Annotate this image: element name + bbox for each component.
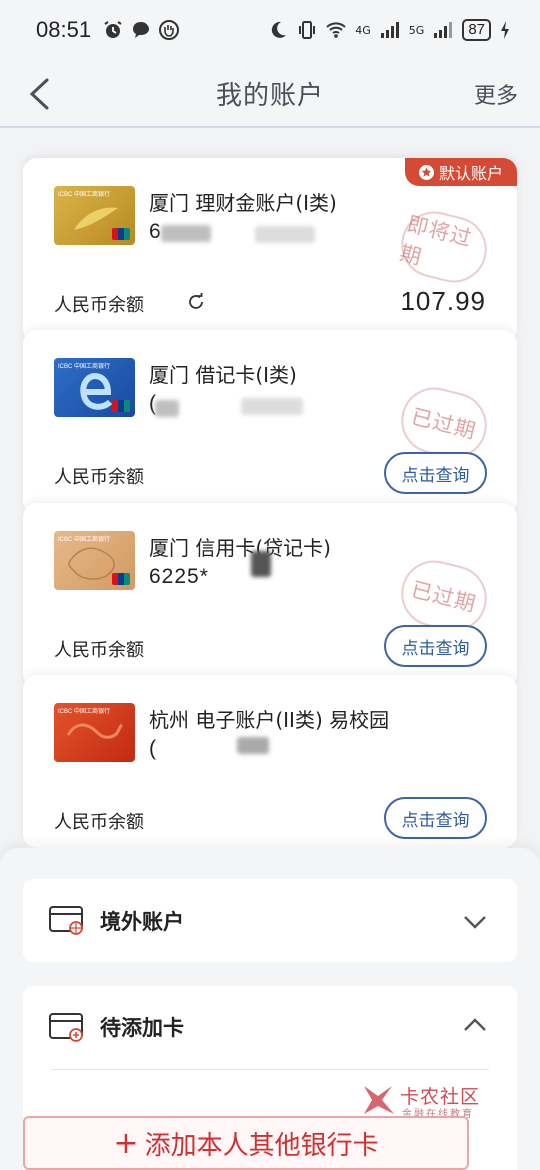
back-icon[interactable] (26, 76, 56, 112)
kanong-watermark: 卡农社区 金融在线教育 (360, 1080, 490, 1120)
expired-stamp-label: 已过期 (408, 577, 479, 617)
refresh-icon[interactable] (186, 292, 206, 312)
pending-card-icon (49, 1013, 83, 1042)
unionpay-icon (112, 400, 130, 412)
card-world-decoration (66, 723, 123, 739)
balance-label: 人民币余额 (54, 640, 144, 661)
status-time: 08:51 (36, 17, 92, 42)
account-number: 6225* (149, 565, 209, 588)
add-card-label: 添加本人其他银行卡 (144, 1130, 379, 1161)
query-balance-button[interactable]: 点击查询 (384, 797, 487, 839)
star-icon (418, 164, 434, 180)
add-other-bank-card-button[interactable]: + 添加本人其他银行卡 (23, 1116, 469, 1170)
account-number: ( (149, 737, 157, 760)
chevron-down-icon[interactable] (463, 915, 487, 929)
card-image: ICBC 中国工商银行 (54, 531, 135, 590)
signal-icon-2 (434, 22, 453, 38)
overseas-card-icon (49, 906, 83, 935)
account-number: 6 (149, 220, 162, 243)
account-name: 厦门 借记卡(I类) (149, 363, 297, 387)
default-account-badge: 默认账户 (405, 158, 517, 186)
overseas-accounts-title: 境外账户 (100, 910, 184, 934)
divider (51, 1069, 489, 1070)
account-card-3[interactable]: ICBC 中国工商银行 厦门 信用卡(贷记卡) 6225* 已过期 人民币余额 … (23, 503, 517, 688)
unionpay-icon (112, 228, 130, 240)
masked-number (237, 737, 269, 754)
pending-cards-title: 待添加卡 (100, 1016, 184, 1040)
chevron-up-icon[interactable] (463, 1018, 487, 1032)
battery-indicator: 87 (462, 19, 491, 41)
masked-number (161, 225, 211, 242)
page-title: 我的账户 (215, 80, 324, 111)
account-name: 杭州 电子账户(II类) 易校园 (149, 708, 390, 732)
balance-label: 人民币余额 (54, 812, 144, 833)
masked-number (155, 400, 179, 417)
account-name: 厦门 理财金账户(I类) (149, 191, 337, 215)
account-card-4[interactable]: ICBC 中国工商银行 杭州 电子账户(II类) 易校园 ( 人民币余额 点击查… (23, 675, 517, 848)
plus-icon: + (113, 1125, 139, 1161)
wifi-icon (326, 22, 346, 38)
masked-number-2 (255, 226, 315, 243)
account-card-2[interactable]: ICBC 中国工商银行 厦门 借记卡(I类) ( 已过期 人民币余额 点击查询 (23, 330, 517, 515)
signal-icon (380, 22, 399, 38)
charging-icon (501, 21, 509, 39)
balance-value: 107.99 (400, 286, 486, 316)
network-5g-label: 5G (408, 23, 425, 37)
more-button[interactable]: 更多 (474, 78, 518, 110)
alarm-icon (104, 21, 122, 38)
nav-bar: 我的账户 更多 (0, 60, 540, 128)
balance-label: 人民币余额 (54, 467, 144, 488)
expiring-stamp: 即将过期 (394, 204, 494, 290)
card-e-logo (80, 372, 113, 410)
card-image: ICBC 中国工商银行 (54, 358, 135, 417)
query-balance-button[interactable]: 点击查询 (384, 452, 487, 494)
status-bar: 08:51 4G 5G 87 (0, 0, 540, 60)
moon-icon (272, 21, 287, 38)
kanong-logo-icon (364, 1086, 394, 1114)
message-icon (133, 22, 150, 38)
masked-number-2 (241, 398, 303, 415)
expiring-stamp-label: 即将过期 (397, 211, 475, 270)
query-balance-button[interactable]: 点击查询 (384, 625, 487, 667)
unionpay-icon (112, 573, 130, 585)
expired-stamp-label: 已过期 (408, 404, 479, 444)
hand-icon (159, 20, 180, 40)
masked-number (251, 551, 271, 577)
card-image: ICBC 中国工商银行 (54, 186, 135, 245)
account-name: 厦门 信用卡(贷记卡) (149, 536, 331, 560)
account-card-1[interactable]: ICBC 中国工商银行 厦门 理财金账户(I类) 6 默认账户 即将过期 人民币… (23, 158, 517, 343)
card-image: ICBC 中国工商银行 (54, 703, 135, 762)
vibrate-icon (299, 21, 316, 39)
default-account-label: 默认账户 (438, 164, 503, 183)
balance-label: 人民币余额 (54, 295, 144, 316)
overseas-accounts-section[interactable]: 境外账户 (23, 879, 517, 962)
network-4g-label: 4G (355, 23, 371, 37)
